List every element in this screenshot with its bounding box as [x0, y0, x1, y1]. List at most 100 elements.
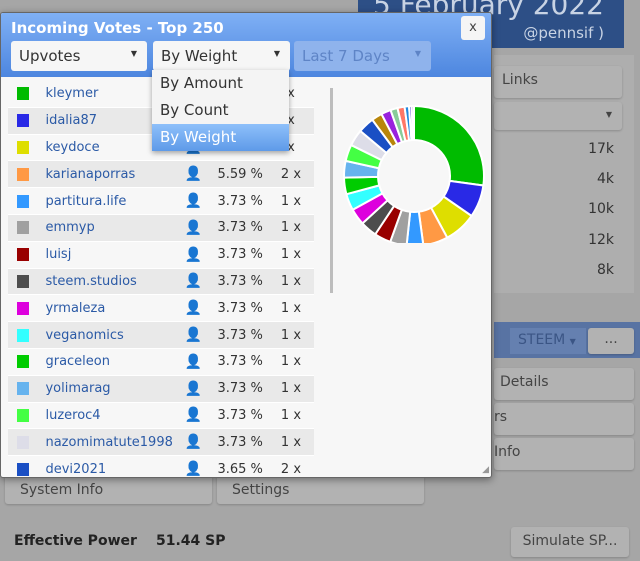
effective-power-label: Effective Power	[14, 533, 137, 549]
voter-link[interactable]: steem.studios	[45, 274, 174, 289]
votes-donut-chart	[342, 104, 485, 243]
vote-count: 1 x	[280, 381, 302, 397]
donut-slice-other-7[interactable]	[410, 104, 415, 142]
option-by-count[interactable]: By Count	[152, 97, 289, 124]
vote-count: 1 x	[280, 407, 302, 423]
menu-info[interactable]: Info	[494, 438, 634, 470]
user-icon[interactable]: 👤	[174, 381, 212, 397]
period-select: Last 7 Days ▼	[294, 41, 431, 71]
weight-percent: 3.73 %	[217, 407, 263, 423]
voter-link[interactable]: karianaporras	[45, 167, 174, 182]
stat-value: 12k	[588, 232, 614, 248]
table-row: yrmaleza 👤 3.73 % 1 x	[8, 295, 314, 323]
vote-count: 1 x	[280, 434, 302, 450]
table-row: devi2021 👤 3.65 % 2 x	[8, 456, 314, 477]
sort-value: By Weight	[161, 47, 238, 65]
period-value: Last 7 Days	[302, 47, 390, 65]
voter-link[interactable]: veganomics	[45, 328, 174, 343]
user-icon[interactable]: 👤	[174, 220, 212, 236]
sort-select[interactable]: By Weight ▼	[153, 41, 290, 71]
chevron-down-icon: ▼	[414, 49, 421, 58]
option-by-amount[interactable]: By Amount	[152, 70, 289, 97]
color-swatch	[17, 408, 30, 422]
color-swatch	[17, 355, 30, 369]
voter-link[interactable]: luisj	[45, 247, 174, 262]
voter-link[interactable]: luzeroc4	[45, 408, 174, 423]
links-button[interactable]: Links	[494, 66, 622, 98]
user-icon[interactable]: 👤	[174, 434, 212, 450]
settings-button[interactable]: Settings	[217, 474, 424, 504]
simulate-sp-button[interactable]: Simulate SP...	[511, 527, 629, 557]
color-swatch	[17, 221, 30, 235]
user-icon[interactable]: 👤	[174, 166, 212, 182]
weight-percent: 3.73 %	[217, 247, 263, 263]
table-row: karianaporras 👤 5.59 % 2 x	[8, 161, 314, 189]
stat-value: 8k	[596, 262, 614, 278]
menu-details[interactable]: Details	[494, 368, 634, 400]
more-button[interactable]: ...	[588, 328, 634, 354]
system-info-button[interactable]: System Info	[5, 474, 212, 504]
vote-count: 2 x	[280, 461, 302, 477]
color-swatch	[17, 140, 30, 154]
option-by-weight[interactable]: By Weight	[152, 124, 289, 151]
table-row: luisj 👤 3.73 % 1 x	[8, 242, 314, 269]
menu-item[interactable]: rs	[494, 403, 634, 435]
user-icon[interactable]: 👤	[174, 193, 212, 209]
vote-count: 1 x	[280, 247, 302, 263]
color-swatch	[17, 167, 30, 181]
user-icon[interactable]: 👤	[174, 247, 212, 263]
vote-count: 1 x	[280, 193, 302, 209]
weight-percent: 3.73 %	[217, 273, 263, 289]
voter-link[interactable]: yolimarag	[45, 381, 174, 396]
sort-dropdown-menu: By Amount By Count By Weight	[152, 70, 289, 151]
color-swatch	[17, 194, 30, 208]
table-row: nazomimatute1998 👤 3.73 % 1 x	[8, 429, 314, 457]
voter-link[interactable]: partitura.life	[45, 194, 174, 209]
currency-label: STEEM	[518, 332, 566, 348]
weight-percent: 3.73 %	[217, 300, 263, 316]
voter-link[interactable]: devi2021	[45, 462, 174, 477]
table-row: graceleon 👤 3.73 % 1 x	[8, 349, 314, 376]
currency-select[interactable]: STEEM ▼	[510, 328, 586, 354]
scrollbar[interactable]	[330, 88, 333, 293]
weight-percent: 3.73 %	[217, 381, 263, 397]
weight-percent: 3.73 %	[217, 434, 263, 450]
table-row: emmyp 👤 3.73 % 1 x	[8, 214, 314, 242]
side-select[interactable]: ▼	[494, 102, 622, 130]
color-swatch	[17, 87, 30, 101]
color-swatch	[17, 382, 30, 396]
voter-link[interactable]: nazomimatute1998	[45, 435, 174, 450]
chevron-down-icon: ▼	[273, 49, 280, 58]
donut-slice-kleymer[interactable]	[413, 104, 485, 187]
weight-percent: 3.73 %	[217, 193, 263, 209]
weight-percent: 3.73 %	[217, 354, 263, 370]
table-row: partitura.life 👤 3.73 % 1 x	[8, 188, 314, 215]
resize-handle[interactable]: ◢	[482, 465, 489, 475]
user-icon[interactable]: 👤	[174, 407, 212, 423]
table-row: yolimarag 👤 3.73 % 1 x	[8, 375, 314, 403]
vote-count: 1 x	[280, 300, 302, 316]
color-swatch	[17, 301, 30, 315]
close-button[interactable]: x	[461, 16, 485, 40]
user-icon[interactable]: 👤	[174, 273, 212, 289]
stat-value: 10k	[588, 201, 614, 217]
color-swatch	[17, 248, 30, 262]
table-row: luzeroc4 👤 3.73 % 1 x	[8, 403, 314, 430]
effective-power-value: 51.44 SP	[156, 533, 226, 549]
voter-link[interactable]: graceleon	[45, 354, 174, 369]
user-icon[interactable]: 👤	[174, 354, 212, 370]
voter-link[interactable]: emmyp	[45, 220, 174, 235]
stat-value: 17k	[588, 141, 614, 157]
user-icon[interactable]: 👤	[174, 327, 212, 343]
vote-count: 1 x	[280, 354, 302, 370]
weight-percent: 5.59 %	[217, 166, 263, 182]
color-swatch	[17, 328, 30, 342]
user-icon[interactable]: 👤	[174, 300, 212, 316]
dialog-header: Incoming Votes - Top 250 x Upvotes ▼ By W…	[1, 13, 491, 77]
vote-type-select[interactable]: Upvotes ▼	[11, 41, 147, 71]
voter-link[interactable]: yrmaleza	[45, 301, 174, 316]
vote-count: 1 x	[280, 273, 302, 289]
weight-percent: 3.65 %	[217, 461, 263, 477]
user-icon[interactable]: 👤	[174, 461, 212, 477]
vote-count: 2 x	[280, 166, 302, 182]
